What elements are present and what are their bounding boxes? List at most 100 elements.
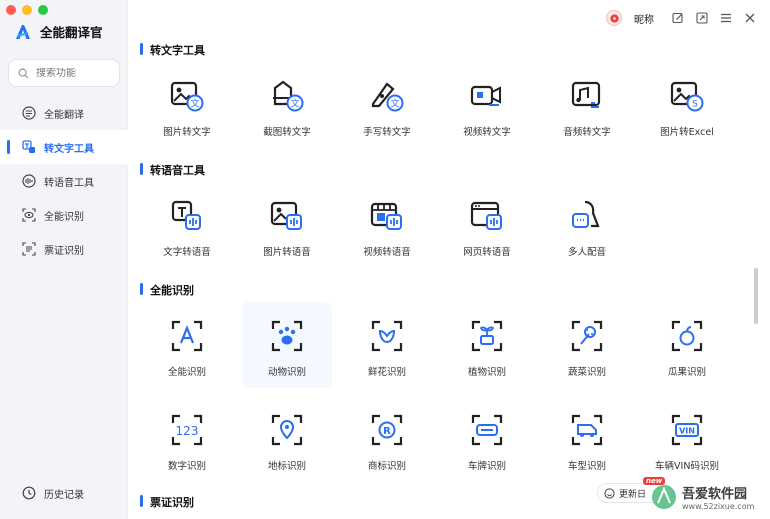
tool-image-to-excel[interactable]: S 图片转Excel [642, 68, 732, 152]
tool-plant-recognition[interactable]: 植物识别 [442, 308, 532, 392]
tool-number-recognition[interactable]: 123 数字识别 [142, 402, 232, 486]
tool-screenshot-to-text[interactable]: 文 截图转文字 [242, 68, 332, 152]
avatar[interactable] [606, 10, 622, 26]
tool-image-to-speech[interactable]: 图片转语音 [242, 188, 332, 272]
sidebar-item-recognition[interactable]: 全能识别 [0, 198, 128, 232]
close-window-button[interactable] [6, 5, 16, 15]
multi-voice-icon [572, 200, 600, 228]
tool-image-to-text[interactable]: 文 图片转文字 [142, 68, 232, 152]
topbar: 昵称 [128, 0, 770, 36]
translate-icon [22, 106, 36, 120]
tool-vehicle-recognition[interactable]: 车型识别 [542, 402, 632, 486]
trademark-scan-text: R [383, 426, 391, 437]
tool-webpage-to-speech[interactable]: 网页转语音 [442, 188, 532, 272]
nickname[interactable]: 昵称 [634, 11, 654, 26]
search-input[interactable] [36, 67, 106, 79]
voice-icon [22, 174, 36, 188]
tool-multi-voice[interactable]: 多人配音 [542, 188, 632, 272]
svg-text:文: 文 [190, 98, 199, 110]
app-brand: 全能翻译官 [14, 22, 103, 41]
minimize-window-button[interactable] [22, 5, 32, 15]
scrollbar[interactable] [754, 268, 758, 324]
vin-scan-icon: VIN [671, 414, 703, 446]
sidebar-nav: 全能翻译 转文字工具 转语音工具 全能识别 票证识别 [0, 96, 128, 266]
app-logo-icon [16, 24, 30, 39]
maximize-window-button[interactable] [38, 5, 48, 15]
tool-flower-recognition[interactable]: 鲜花识别 [342, 308, 432, 392]
tool-vin-recognition[interactable]: VIN 车辆VIN码识别 [642, 402, 732, 486]
sidebar-item-label: 票证识别 [44, 245, 84, 257]
document-scan-icon [22, 242, 36, 256]
search-box[interactable] [8, 59, 120, 87]
section-title-ticket: 票证识别 [140, 494, 194, 510]
tool-label: 音频转文字 [563, 127, 611, 138]
tool-handwriting-to-text[interactable]: 文 手写转文字 [342, 68, 432, 152]
tool-label: 视频转语音 [363, 247, 411, 258]
history-button[interactable]: 历史记录 [0, 477, 128, 509]
app-title: 全能翻译官 [40, 25, 103, 40]
tool-label: 图片转语音 [263, 247, 311, 258]
svg-text:文: 文 [390, 98, 399, 110]
image-to-speech-icon [270, 201, 302, 230]
sidebar-item-label: 转语音工具 [44, 177, 94, 189]
tool-text-to-speech[interactable]: 文字转语音 [142, 188, 232, 272]
tool-label: 地标识别 [267, 461, 306, 472]
vin-scan-text: VIN [679, 427, 695, 436]
watermark-logo-icon [652, 485, 676, 509]
tool-animal-recognition[interactable]: 动物识别 [242, 302, 332, 388]
tool-label: 网页转语音 [463, 247, 511, 258]
resize-icon[interactable] [696, 12, 708, 24]
sidebar-item-voice-tools[interactable]: 转语音工具 [0, 164, 128, 198]
avatar-flower-icon [609, 13, 619, 23]
svg-text:S: S [692, 100, 698, 110]
tool-label: 手写转文字 [363, 127, 411, 138]
watermark-url: www.52zixue.com [682, 502, 755, 511]
tool-label: 视频转文字 [463, 127, 511, 138]
sidebar-item-ticket[interactable]: 票证识别 [0, 232, 128, 266]
tool-license-plate-recognition[interactable]: 车牌识别 [442, 402, 532, 486]
webpage-to-speech-icon [470, 201, 502, 230]
tool-landmark-recognition[interactable]: 地标识别 [242, 402, 332, 486]
watermark: 吾爱软件园 www.52zixue.com [650, 477, 768, 517]
section-title-recognition: 全能识别 [140, 282, 194, 298]
tool-label: 图片转Excel [660, 127, 714, 138]
app-window: 全能翻译官 全能翻译 转文字工具 转语音工具 [0, 0, 770, 519]
sidebar: 全能翻译官 全能翻译 转文字工具 转语音工具 [0, 0, 128, 519]
smile-icon [604, 487, 615, 499]
landmark-scan-icon [271, 414, 303, 446]
menu-icon[interactable] [720, 12, 732, 24]
license-plate-scan-icon [471, 414, 503, 446]
sidebar-item-text-tools[interactable]: 转文字工具 [0, 130, 128, 164]
update-label: 更新日 [619, 489, 647, 500]
tool-label: 数字识别 [167, 461, 206, 472]
tool-universal-recognition[interactable]: 全能识别 [142, 308, 232, 392]
tool-label: 瓜果识别 [667, 367, 706, 378]
tool-label: 蔬菜识别 [567, 367, 606, 378]
tool-label: 图片转文字 [163, 127, 211, 138]
tool-video-to-text[interactable]: 视频转文字 [442, 68, 532, 152]
section-title-text-tools: 转文字工具 [140, 42, 205, 58]
close-icon[interactable] [744, 12, 756, 24]
tool-fruit-recognition[interactable]: 瓜果识别 [642, 308, 732, 392]
animal-scan-icon [271, 320, 303, 352]
sidebar-item-label: 全能识别 [44, 211, 84, 223]
tool-trademark-recognition[interactable]: R 商标识别 [342, 402, 432, 486]
image-to-text-icon: 文 [170, 81, 204, 112]
tool-label: 车牌识别 [467, 461, 506, 472]
number-scan-text: 123 [176, 424, 199, 438]
tool-audio-to-text[interactable]: 音频转文字 [542, 68, 632, 152]
edit-icon[interactable] [672, 12, 684, 24]
vehicle-scan-icon [571, 414, 603, 446]
vegetable-scan-icon [571, 320, 603, 352]
eye-scan-icon [22, 208, 36, 222]
sidebar-item-translate[interactable]: 全能翻译 [0, 96, 128, 130]
plant-scan-icon [471, 320, 503, 352]
sidebar-item-label: 转文字工具 [44, 143, 94, 155]
video-to-text-icon [470, 85, 501, 106]
handwriting-to-text-icon: 文 [371, 82, 404, 112]
sidebar-item-label: 全能翻译 [44, 109, 84, 121]
tool-vegetable-recognition[interactable]: 蔬菜识别 [542, 308, 632, 392]
text-to-speech-icon [171, 200, 201, 230]
tool-label: 车型识别 [567, 461, 606, 472]
tool-video-to-speech[interactable]: 视频转语音 [342, 188, 432, 272]
